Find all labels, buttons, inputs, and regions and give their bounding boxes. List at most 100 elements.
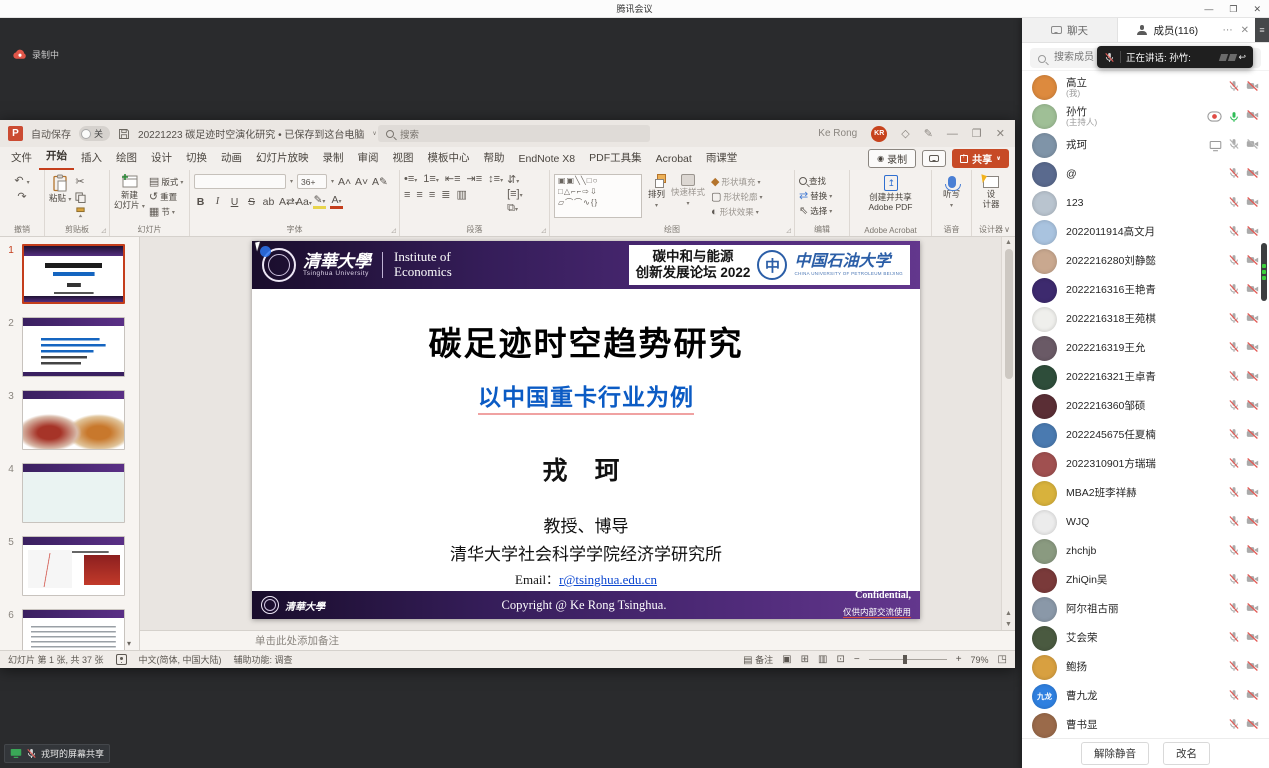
scrollbar-thumb[interactable] <box>1005 249 1013 379</box>
copy-icon[interactable] <box>75 192 86 203</box>
font-color-icon[interactable]: A▾ <box>330 194 343 209</box>
bullets-icon[interactable]: •≡▾ <box>404 174 417 185</box>
dictate-button[interactable]: 听写▾ <box>936 174 967 210</box>
italic-icon[interactable]: I <box>211 196 224 207</box>
member-row[interactable]: 2022216360邹硕 <box>1022 392 1269 421</box>
new-slide-button[interactable]: 新建 幻灯片 ▾ <box>114 174 145 211</box>
numbering-icon[interactable]: 1≡▾ <box>423 174 439 185</box>
camera-off-icon[interactable] <box>1246 79 1259 97</box>
ribbon-tab[interactable]: PDF工具集 <box>582 146 649 170</box>
camera-off-icon[interactable] <box>1246 108 1259 126</box>
os-close-button[interactable]: ✕ <box>1253 4 1261 15</box>
camera-off-icon[interactable] <box>1246 195 1259 213</box>
ribbon-tab[interactable]: 开始 <box>39 144 74 170</box>
reading-view-icon[interactable]: ▥ <box>818 654 827 665</box>
comments-button[interactable] <box>922 150 946 167</box>
member-row[interactable]: 2022245675任夏楠 <box>1022 421 1269 450</box>
collapse-ribbon-icon[interactable]: ∨ <box>1004 225 1010 234</box>
member-list-scrollbar[interactable] <box>1261 243 1267 301</box>
member-row[interactable]: 2022216319王允 <box>1022 334 1269 363</box>
mic-on-icon[interactable] <box>1228 111 1240 123</box>
accessibility-icon[interactable] <box>116 654 127 665</box>
zoom-slider[interactable] <box>869 659 947 661</box>
rename-button[interactable]: 改名 <box>1163 742 1210 765</box>
slide-thumbnail[interactable]: 1 <box>0 244 139 304</box>
slide-thumbnail-image[interactable] <box>22 463 125 523</box>
reset-button[interactable]: ↺重置 <box>149 191 183 203</box>
ribbon-tab[interactable]: 设计 <box>144 146 179 170</box>
ribbon-tab[interactable]: 插入 <box>74 146 109 170</box>
mic-muted-icon[interactable] <box>1228 282 1240 300</box>
paste-button[interactable]: 粘贴 ▾ <box>49 174 71 204</box>
bold-icon[interactable]: B <box>194 196 207 208</box>
slide-thumbnail[interactable]: 4 <box>0 463 139 523</box>
camera-off-icon[interactable] <box>1246 224 1259 242</box>
slide-thumbnail-image[interactable] <box>22 536 125 596</box>
highlight-color-icon[interactable]: ✎▾ <box>313 194 326 209</box>
member-row[interactable]: 2022310901方瑞瑞 <box>1022 450 1269 479</box>
align-right-icon[interactable]: ≡ <box>429 190 435 201</box>
camera-off-icon[interactable] <box>1246 485 1259 503</box>
slide-thumbnail[interactable]: 2 <box>0 317 139 377</box>
member-list[interactable]: 高立 (我) 孙竹 (主持人) <box>1022 71 1269 738</box>
ppt-restore-button[interactable]: ❐ <box>972 127 982 140</box>
mic-muted-icon[interactable] <box>1228 630 1240 648</box>
slide-thumbnail[interactable]: 6 <box>0 609 139 650</box>
cut-icon[interactable]: ✂ <box>75 177 86 188</box>
drawing-dialog-launcher[interactable]: ◿ <box>786 227 791 234</box>
slideshow-icon[interactable]: ⊡ <box>836 654 844 665</box>
email-link[interactable]: r@tsinghua.edu.cn <box>559 572 657 587</box>
mic-muted-icon[interactable] <box>1228 572 1240 590</box>
shapes-gallery[interactable]: ▣▣╲╲□○□△⌐⌐⇨⇩▱⌒⌒∿{} <box>554 174 642 218</box>
change-case-icon[interactable]: Aa▾ <box>296 196 309 208</box>
camera-off-icon[interactable] <box>1246 601 1259 619</box>
thumbnails-scroll-down-icon[interactable]: ▾ <box>127 639 131 648</box>
font-name-combobox[interactable] <box>194 174 286 189</box>
previous-slide-icon[interactable]: ▲ <box>1005 610 1012 617</box>
designer-button[interactable]: 设 计器 <box>976 174 1006 210</box>
decrease-indent-icon[interactable]: ⇤≡ <box>445 174 461 185</box>
ribbon-tab[interactable]: 录制 <box>316 146 351 170</box>
camera-off-icon[interactable] <box>1246 398 1259 416</box>
ribbon-tab[interactable]: 动画 <box>214 146 249 170</box>
record-button[interactable]: ◉录制 <box>868 149 916 168</box>
member-row[interactable]: 2022216316王艳青 <box>1022 276 1269 305</box>
clear-formatting-icon[interactable]: A✎ <box>372 176 385 188</box>
align-left-icon[interactable]: ≡ <box>404 190 410 201</box>
camera-off-icon[interactable] <box>1246 311 1259 329</box>
camera-off-icon[interactable] <box>1246 630 1259 648</box>
member-row[interactable]: ZhiQin吴 <box>1022 566 1269 595</box>
mic-muted-icon[interactable] <box>1228 485 1240 503</box>
text-shadow-icon[interactable]: ab <box>262 196 275 208</box>
find-button[interactable]: 查找 <box>799 175 845 187</box>
font-size-combobox[interactable]: 36+ <box>297 174 327 189</box>
member-row[interactable]: MBA2班李祥赫 <box>1022 479 1269 508</box>
slide-thumbnail-image[interactable] <box>22 244 125 304</box>
section-button[interactable]: ▦节▾ <box>149 206 183 218</box>
gem-icon[interactable]: ◇ <box>901 127 909 140</box>
slide-thumbnail-image[interactable] <box>22 317 125 377</box>
mic-muted-icon[interactable] <box>1228 659 1240 677</box>
tab-members[interactable]: 成员(116) <box>1118 18 1217 42</box>
fit-to-window-icon[interactable]: ◳ <box>998 654 1007 665</box>
accessibility-status[interactable]: 辅助功能: 调查 <box>234 653 293 666</box>
panel-menu-icon[interactable]: ≡ <box>1255 18 1269 42</box>
shape-fill-button[interactable]: ◆形状填充▾ <box>711 176 762 188</box>
ribbon-tab[interactable]: 视图 <box>386 146 421 170</box>
tab-chat[interactable]: 聊天 <box>1022 18 1118 42</box>
camera-off-icon[interactable] <box>1246 282 1259 300</box>
share-button[interactable]: 共享∨ <box>952 149 1009 168</box>
undo-icon[interactable]: ↶ ▾ <box>14 176 29 187</box>
member-row[interactable]: 鲍扬 <box>1022 653 1269 682</box>
camera-off-icon[interactable] <box>1246 456 1259 474</box>
member-row[interactable]: 2022011914高文月 <box>1022 218 1269 247</box>
shape-outline-button[interactable]: ▢形状轮廓▾ <box>711 191 762 203</box>
account-name[interactable]: Ke Rong <box>818 128 857 139</box>
language-status[interactable]: 中文(简体, 中国大陆) <box>139 653 222 666</box>
mic-muted-icon[interactable] <box>1228 427 1240 445</box>
autosave-toggle[interactable]: 关 <box>79 126 110 141</box>
member-row[interactable]: 九龙 曹九龙 <box>1022 682 1269 711</box>
camera-off-icon[interactable] <box>1246 659 1259 677</box>
ppt-minimize-button[interactable]: — <box>947 128 958 140</box>
shrink-font-icon[interactable]: A˅ <box>355 176 368 188</box>
